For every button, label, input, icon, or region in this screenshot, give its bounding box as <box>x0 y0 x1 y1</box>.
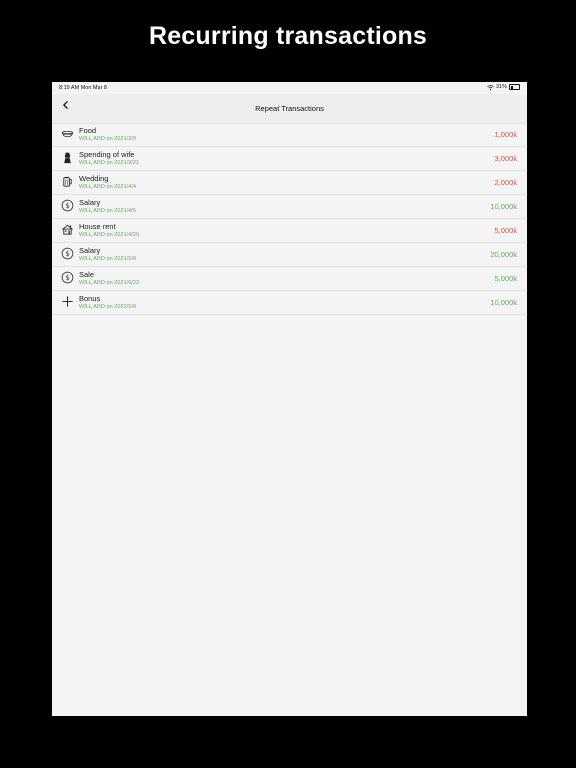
transaction-schedule: WILL ADD on 2021/6/22 <box>79 280 140 286</box>
transaction-row[interactable]: Bonus WILL ADD on 2022/5/8 10,000k <box>52 291 527 315</box>
transaction-row[interactable]: $ Salary WILL ADD on 2021/5/8 20,000k <box>52 243 527 267</box>
transaction-row[interactable]: $ Salary WILL ADD on 2021/4/5 10,000k <box>52 195 527 219</box>
dollar-coin-icon: $ <box>61 271 74 284</box>
transaction-row[interactable]: $ Sale WILL ADD on 2021/6/22 5,000k <box>52 267 527 291</box>
transaction-amount: 2,000k <box>494 178 517 187</box>
app-screen: 8:19 AM Mon Mar 8 31% Repeat Transaction… <box>52 82 527 716</box>
beer-mug-icon <box>61 175 74 188</box>
transaction-row[interactable]: House rent WILL ADD on 2021/4/26 5,000k <box>52 219 527 243</box>
transaction-row[interactable]: Food WILL ADD on 2021/3/9 1,000k <box>52 123 527 147</box>
battery-percent: 31% <box>495 84 507 90</box>
transaction-title: Salary <box>79 198 101 207</box>
transaction-amount: 20,000k <box>490 250 517 259</box>
transaction-title: Sale <box>79 270 95 279</box>
promo-headline: Recurring transactions <box>148 22 428 50</box>
bowl-icon <box>61 127 74 140</box>
wifi-icon <box>487 84 494 90</box>
svg-text:$: $ <box>65 250 69 258</box>
transaction-amount: 3,000k <box>494 154 517 163</box>
house-icon <box>61 223 74 236</box>
battery-icon <box>509 84 520 90</box>
transaction-schedule: WILL ADD on 2021/3/9 <box>79 136 137 142</box>
transaction-amount: 10,000k <box>490 202 517 211</box>
transaction-amount: 10,000k <box>490 298 517 307</box>
woman-icon <box>61 151 74 164</box>
transaction-amount: 5,000k <box>494 226 517 235</box>
transaction-amount: 5,000k <box>494 274 517 283</box>
transaction-schedule: WILL ADD on 2021/4/26 <box>79 232 140 238</box>
transaction-schedule: WILL ADD on 2021/4/5 <box>79 208 137 214</box>
nav-bar: Repeat Transactions <box>52 94 527 124</box>
transaction-schedule: WILL ADD on 2021/3/21 <box>79 160 140 166</box>
transaction-list: Food WILL ADD on 2021/3/9 1,000k Spendin… <box>52 123 527 315</box>
transaction-title: Salary <box>79 246 101 255</box>
transaction-schedule: WILL ADD on 2022/5/8 <box>79 304 137 310</box>
transaction-schedule: WILL ADD on 2021/4/4 <box>79 184 137 190</box>
svg-text:$: $ <box>65 202 69 210</box>
status-time: 8:19 AM Mon Mar 8 <box>59 85 107 91</box>
svg-text:$: $ <box>65 274 69 282</box>
transaction-row[interactable]: Wedding WILL ADD on 2021/4/4 2,000k <box>52 171 527 195</box>
transaction-title: Wedding <box>79 174 109 183</box>
transaction-schedule: WILL ADD on 2021/5/8 <box>79 256 137 262</box>
transaction-title: Food <box>79 126 97 135</box>
transaction-row[interactable]: Spending of wife WILL ADD on 2021/3/21 3… <box>52 147 527 171</box>
plus-icon <box>61 295 74 308</box>
transaction-amount: 1,000k <box>494 130 517 139</box>
status-right: 31% <box>487 84 520 90</box>
transaction-title: Bonus <box>79 294 101 303</box>
page-title: Repeat Transactions <box>255 104 324 113</box>
transaction-title: House rent <box>79 222 116 231</box>
transaction-title: Spending of wife <box>79 150 135 159</box>
dollar-coin-icon: $ <box>61 199 74 212</box>
dollar-coin-icon: $ <box>61 247 74 260</box>
status-bar: 8:19 AM Mon Mar 8 31% <box>52 82 527 94</box>
